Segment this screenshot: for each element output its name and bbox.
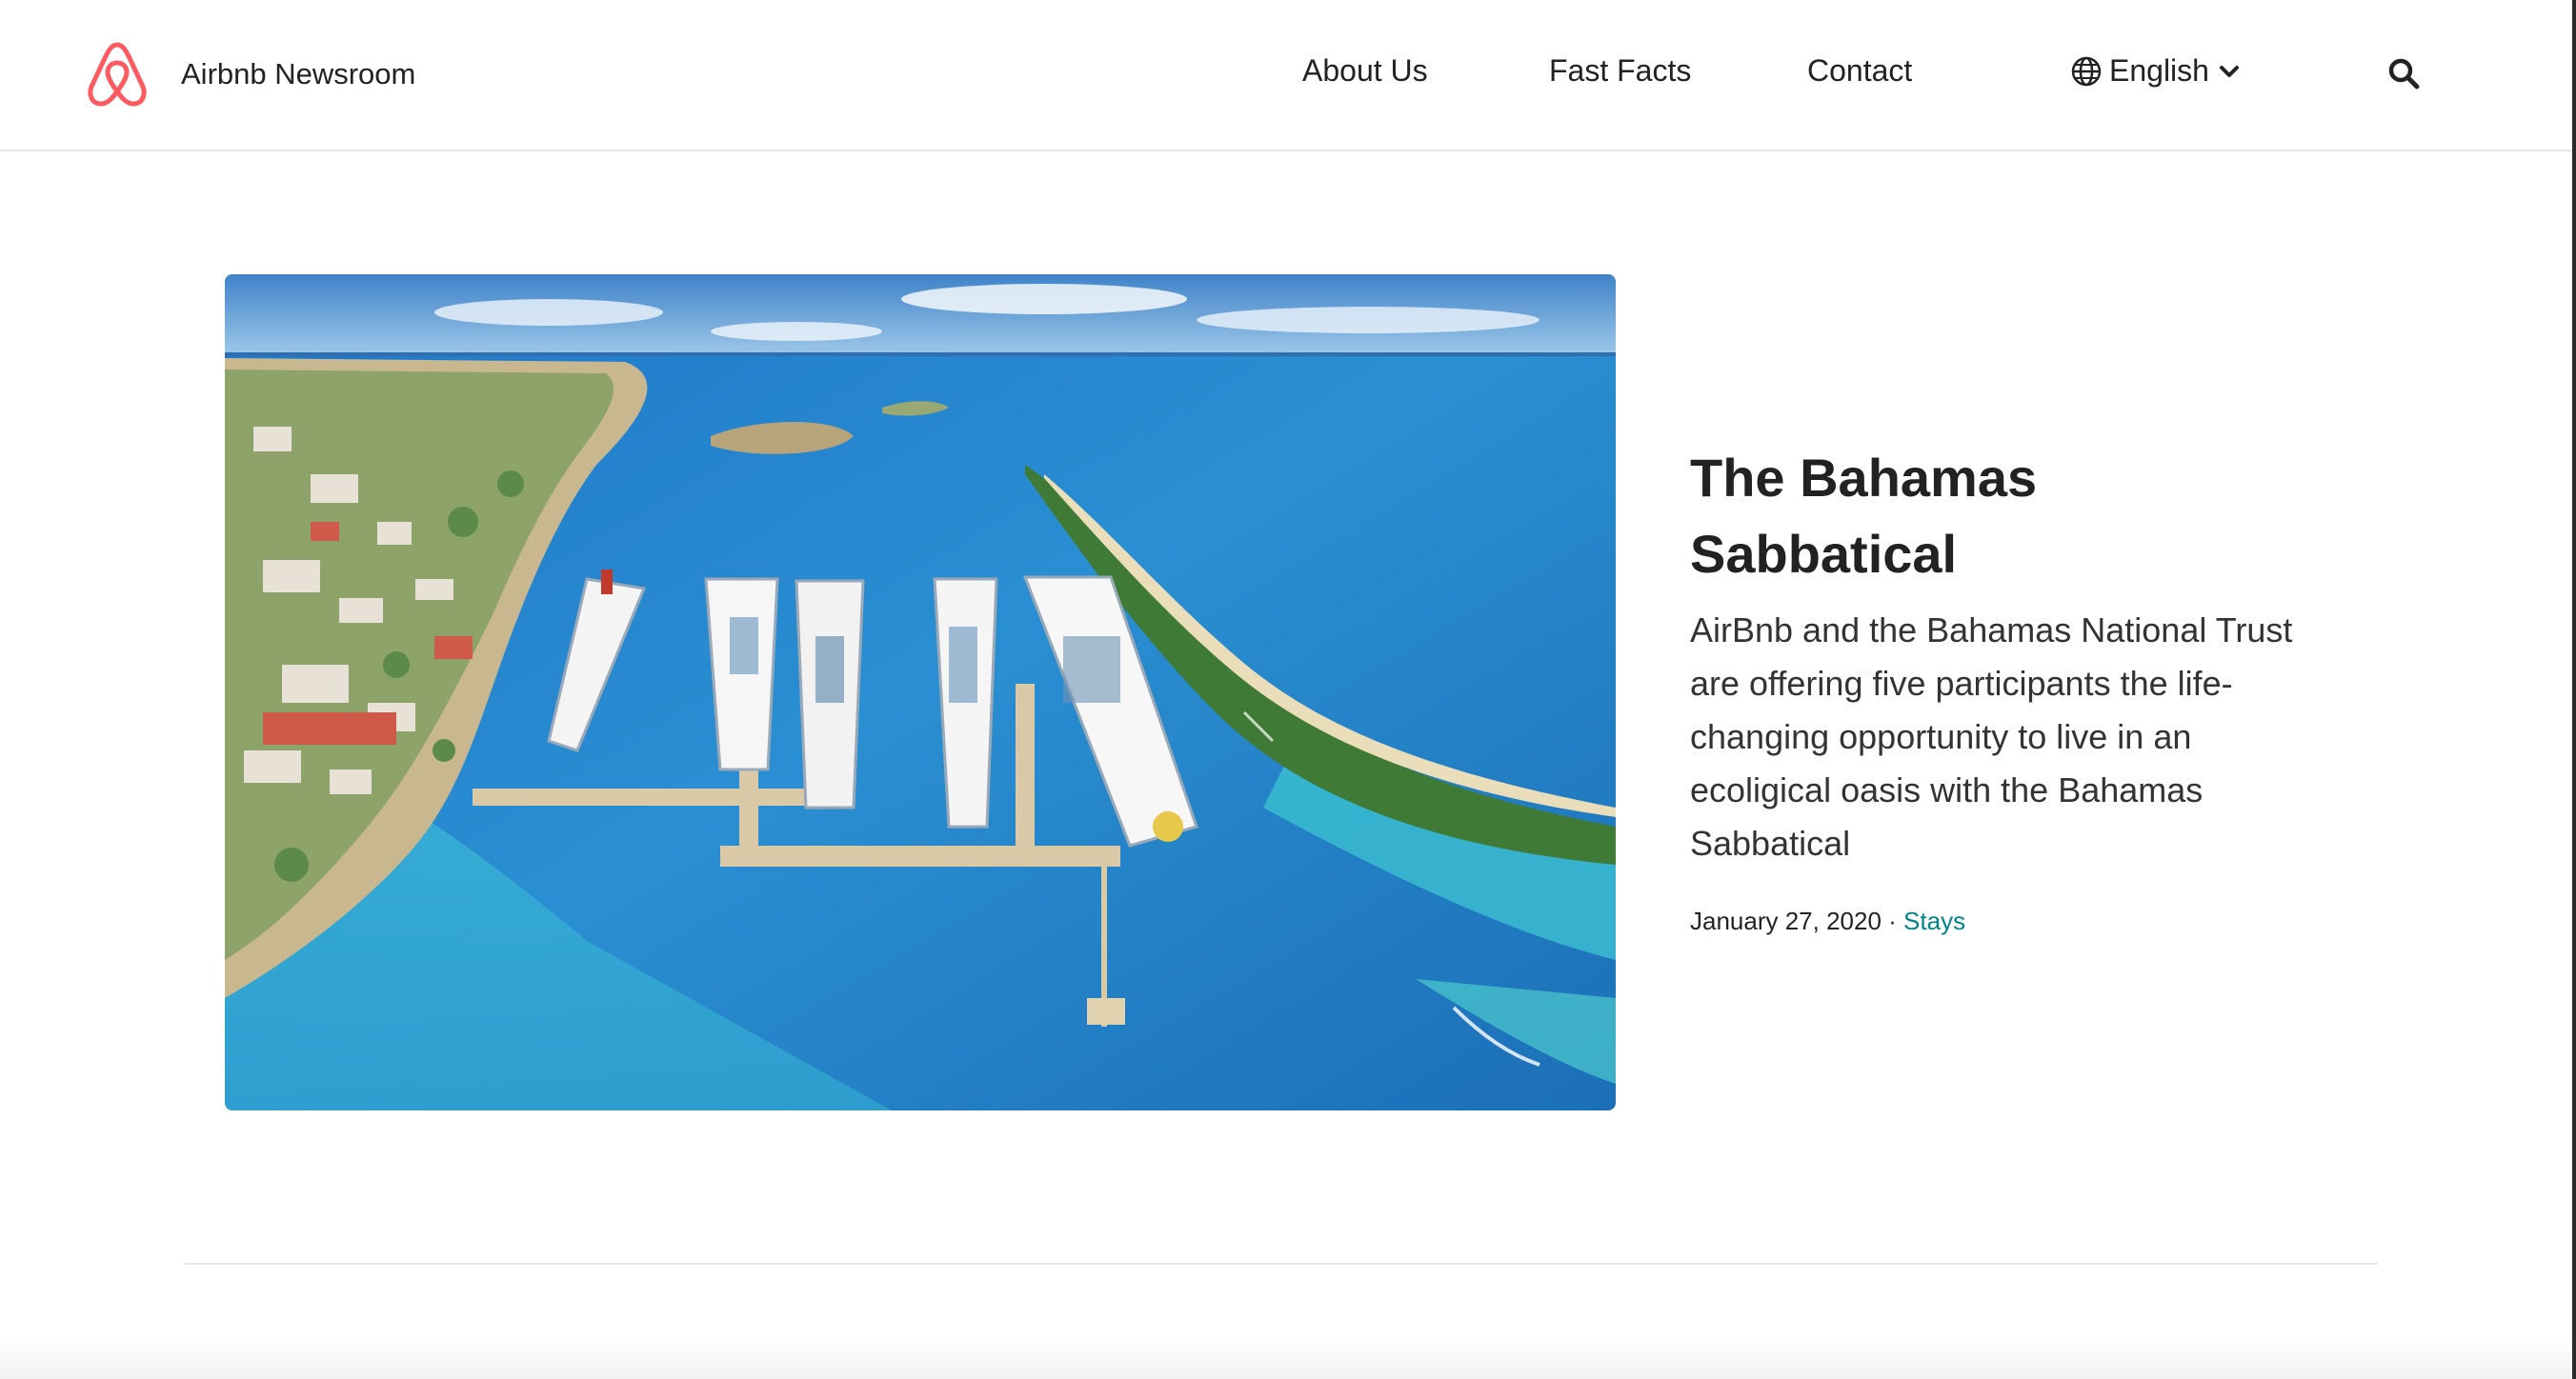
story-title[interactable]: The Bahamas Sabbatical <box>1690 440 2300 592</box>
site-header: Airbnb Newsroom About Us Fast Facts Cont… <box>0 0 2572 151</box>
story-category-link[interactable]: Stays <box>1903 907 1965 935</box>
search-button[interactable] <box>2387 57 2425 95</box>
nav-fast-facts[interactable]: Fast Facts <box>1549 53 1691 89</box>
home-link[interactable]: Airbnb Newsroom <box>84 38 415 110</box>
section-divider <box>185 1263 2378 1265</box>
story-date: January 27, 2020 <box>1690 907 1882 935</box>
story-content: The Bahamas Sabbatical AirBnb and the Ba… <box>1690 440 2300 936</box>
brand-name: Airbnb Newsroom <box>181 57 416 90</box>
globe-icon <box>2071 56 2102 86</box>
meta-separator: · <box>1881 907 1904 935</box>
aerial-harbor-photo <box>225 274 1616 1110</box>
nav-about-us[interactable]: About Us <box>1302 53 1428 89</box>
language-label: English <box>2109 53 2209 88</box>
story-meta: January 27, 2020 · Stays <box>1690 907 2300 936</box>
airbnb-logo-icon <box>88 42 147 107</box>
language-select[interactable]: English <box>2071 53 2240 89</box>
search-icon <box>2388 58 2420 90</box>
story-image[interactable] <box>225 274 1616 1110</box>
chevron-down-icon <box>2219 65 2239 77</box>
page: Airbnb Newsroom About Us Fast Facts Cont… <box>0 0 2576 1379</box>
window-edge <box>2572 0 2576 1379</box>
story-summary: AirBnb and the Bahamas National Trust ar… <box>1690 610 2293 863</box>
page-bottom <box>0 1337 2572 1379</box>
nav-contact[interactable]: Contact <box>1807 53 1912 89</box>
